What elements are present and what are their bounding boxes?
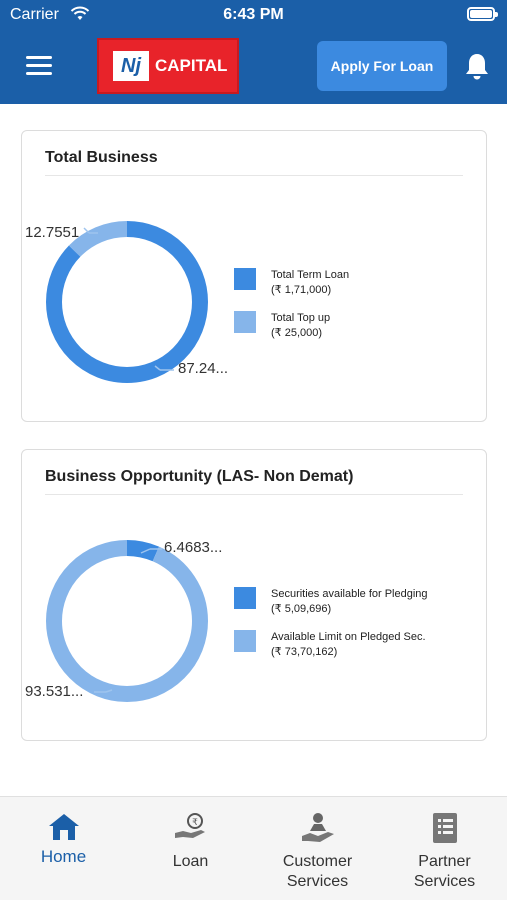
legend-item-available-limit: Available Limit on Pledged Sec. (₹ 73,70…	[234, 630, 426, 660]
tab-partner-services[interactable]: Partner Services	[381, 797, 507, 900]
partner-document-icon	[381, 811, 507, 845]
slice-label-top-up: 12.7551	[25, 224, 80, 241]
app-header: Carrier 6:43 PM Nj CAPITAL Apply For Loa…	[0, 0, 507, 104]
legend-label: Available Limit on Pledged Sec.	[271, 631, 426, 643]
legend-item-total-term-loan: Total Term Loan (₹ 1,71,000)	[234, 268, 349, 298]
tab-label: Loan	[172, 853, 209, 870]
legend-item-securities-available: Securities available for Pledging (₹ 5,0…	[234, 587, 428, 617]
legend-amount: (₹ 1,71,000)	[271, 284, 332, 296]
legend-label: Securities available for Pledging	[271, 588, 428, 600]
tab-label-line-1: Customer	[282, 853, 353, 870]
donut-slice-available-limit	[46, 540, 208, 702]
status-bar: Carrier 6:43 PM	[0, 0, 507, 30]
tab-label: Home	[40, 847, 87, 866]
legend-amount: (₹ 73,70,162)	[271, 646, 338, 658]
legend-label: Total Top up	[271, 312, 331, 324]
hamburger-menu-icon[interactable]	[26, 56, 52, 76]
tab-customer-services[interactable]: Customer Services	[254, 797, 381, 900]
nj-capital-logo: Nj CAPITAL	[97, 38, 239, 94]
loan-hand-icon: ₹	[127, 811, 254, 845]
total-business-card: Total Business 12.7551 87.24... Total Te…	[21, 130, 487, 422]
logo-mark: Nj	[113, 51, 149, 81]
legend-label: Total Term Loan	[271, 269, 350, 281]
legend-amount: (₹ 25,000)	[271, 327, 323, 339]
tab-label-line-1: Partner	[418, 853, 471, 870]
logo-text: CAPITAL	[155, 56, 228, 75]
legend-item-total-top-up: Total Top up (₹ 25,000)	[234, 311, 330, 341]
customer-services-icon	[254, 811, 381, 845]
bottom-tab-bar: Home ₹ Loan Customer Services Partner Se…	[0, 796, 507, 900]
tab-label-line-2: Services	[413, 873, 476, 890]
tab-label-line-2: Services	[286, 873, 349, 890]
legend-swatch	[234, 587, 256, 609]
business-opportunity-card: Business Opportunity (LAS- Non Demat) 6.…	[21, 449, 487, 741]
legend-swatch	[234, 630, 256, 652]
battery-icon	[467, 7, 498, 21]
slice-label-available-limit: 93.531...	[25, 683, 84, 700]
home-icon	[0, 811, 127, 845]
tab-loan[interactable]: ₹ Loan	[127, 797, 254, 900]
tab-home[interactable]: Home	[0, 797, 127, 900]
notification-bell-icon[interactable]	[464, 52, 490, 85]
slice-label-term-loan: 87.24...	[178, 360, 229, 377]
legend-swatch	[234, 268, 256, 290]
legend-swatch	[234, 311, 256, 333]
svg-text:₹: ₹	[192, 818, 198, 828]
clock-time: 6:43 PM	[223, 6, 284, 23]
apply-for-loan-button[interactable]: Apply For Loan	[317, 41, 447, 91]
slice-label-securities: 6.4683...	[164, 539, 223, 556]
legend-amount: (₹ 5,09,696)	[271, 603, 332, 615]
